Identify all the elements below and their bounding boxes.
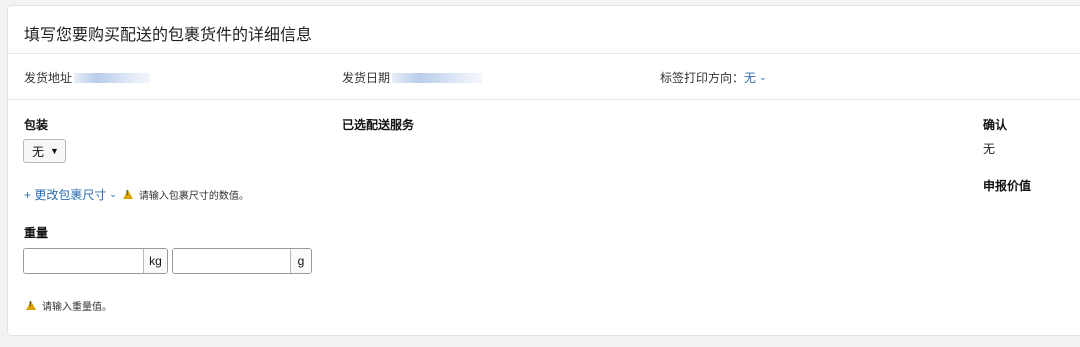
declared-value-heading: 申报价值: [983, 179, 1032, 193]
chevron-down-icon: ▼: [50, 146, 59, 156]
ship-date-label: 发货日期: [342, 71, 391, 85]
weight-warning-text: 请输入重量值。: [42, 302, 112, 313]
chevron-down-icon: ⌄: [109, 189, 117, 199]
package-details-card: 填写您要购买配送的包裹货件的详细信息 发货地址 发货日期 标签打印方向： 无 ⌄…: [7, 5, 1080, 336]
kg-unit-label: kg: [143, 249, 167, 273]
chevron-down-icon: ⌄: [759, 72, 767, 82]
header-divider: [8, 53, 1080, 54]
weight-heading: 重量: [24, 226, 49, 240]
selected-service-heading: 已选配送服务: [342, 118, 415, 132]
warning-icon: [122, 190, 133, 199]
label-orientation-dropdown[interactable]: 无: [744, 69, 756, 86]
confirm-value: 无: [983, 142, 996, 156]
weight-warning: 请输入重量值。: [26, 298, 112, 313]
warning-icon: [26, 301, 36, 310]
size-warning: 请输入包裹尺寸的数值。: [122, 187, 249, 202]
g-unit-label: g: [290, 249, 311, 273]
meta-divider: [8, 99, 1080, 100]
packaging-select-value: 无: [32, 144, 45, 159]
packaging-select[interactable]: 无 ▼: [23, 139, 66, 163]
packaging-heading: 包装: [24, 118, 49, 132]
size-warning-text: 请输入包裹尺寸的数值。: [138, 191, 249, 202]
weight-g-input-group: g: [172, 248, 312, 274]
weight-kg-input-group: kg: [23, 248, 168, 274]
label-orientation-label: 标签打印方向：: [660, 71, 745, 85]
ship-from-redacted: [74, 72, 151, 83]
ship-from: 发货地址: [24, 69, 151, 86]
ship-date-redacted: [392, 72, 483, 83]
ship-from-label: 发货地址: [24, 71, 73, 85]
page-title: 填写您要购买配送的包裹货件的详细信息: [24, 27, 313, 44]
confirm-heading: 确认: [983, 118, 1008, 132]
change-size-row: + 更改包裹尺寸 ⌄ 请输入包裹尺寸的数值。: [24, 186, 249, 203]
change-package-size-link[interactable]: + 更改包裹尺寸: [24, 186, 106, 203]
label-orientation: 标签打印方向： 无 ⌄: [660, 69, 767, 86]
weight-g-input[interactable]: [173, 249, 290, 273]
ship-date: 发货日期: [342, 69, 483, 86]
weight-kg-input[interactable]: [24, 249, 143, 273]
